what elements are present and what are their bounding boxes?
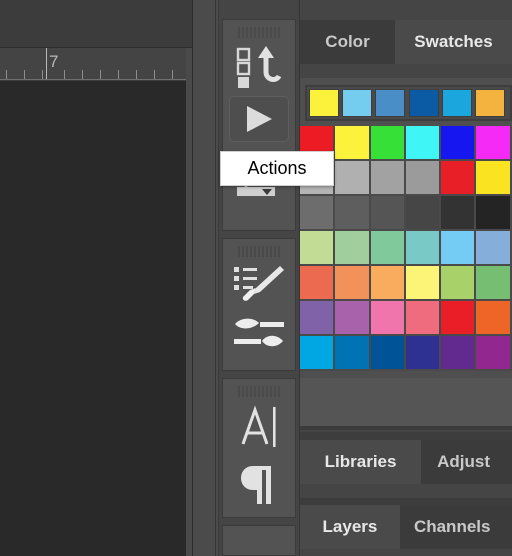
swatch-cell[interactable] xyxy=(476,266,512,301)
swatch-cell[interactable] xyxy=(405,196,442,231)
tab-libraries[interactable]: Libraries xyxy=(300,440,422,484)
swatch-cell[interactable] xyxy=(405,301,442,336)
photoshop-window: 7 Actions Color Swatches Libraries Adjus… xyxy=(0,0,512,556)
swatch-row xyxy=(300,266,512,301)
swatch-row xyxy=(300,336,512,371)
swatch-cell[interactable] xyxy=(476,301,512,336)
collapsed-panel-dock xyxy=(219,0,503,556)
swatch-cell[interactable] xyxy=(335,126,371,161)
tab-swatches-label: Swatches xyxy=(414,32,493,51)
tab-layers-label: Layers xyxy=(322,517,378,536)
swatch-cell[interactable] xyxy=(441,161,477,196)
ruler-label: 7 xyxy=(49,52,59,71)
dock-divider-line xyxy=(215,0,216,556)
color-swatches-tabbar: Color Swatches xyxy=(300,20,512,64)
tab-adjust-label: Adjust xyxy=(437,452,490,471)
libraries-separator xyxy=(300,432,512,440)
swatch-cell[interactable] xyxy=(370,126,406,161)
swatch-cell[interactable] xyxy=(300,266,336,301)
swatch-cell[interactable] xyxy=(370,301,406,336)
swatches-footer xyxy=(300,378,512,430)
tab-swatches[interactable]: Swatches xyxy=(395,20,512,64)
swatch-cell[interactable] xyxy=(300,336,336,371)
recent-swatches-strip[interactable] xyxy=(305,85,512,121)
swatch-cell[interactable] xyxy=(300,231,336,266)
document-titlebar xyxy=(0,0,193,48)
swatch-cell[interactable] xyxy=(370,196,406,231)
dock-gripper[interactable] xyxy=(238,246,280,257)
swatch-cell[interactable] xyxy=(405,161,442,196)
canvas[interactable] xyxy=(0,81,186,556)
swatch-cell[interactable] xyxy=(405,266,442,301)
tab-adjust[interactable]: Adjust xyxy=(421,440,512,484)
swatch-cell[interactable] xyxy=(476,161,512,196)
recent-swatch[interactable] xyxy=(375,89,406,117)
swatch-cell[interactable] xyxy=(335,301,371,336)
recent-swatch[interactable] xyxy=(441,89,472,117)
document-area: 7 xyxy=(0,0,193,556)
swatch-row xyxy=(300,231,512,266)
swatch-cell[interactable] xyxy=(405,126,442,161)
horizontal-ruler[interactable] xyxy=(0,48,186,80)
tab-layers[interactable]: Layers xyxy=(300,505,400,549)
swatch-row xyxy=(300,301,512,336)
swatch-cell[interactable] xyxy=(335,196,371,231)
swatches-bottom-divider xyxy=(300,426,512,430)
swatch-cell[interactable] xyxy=(335,336,371,371)
dock-gripper[interactable] xyxy=(238,27,280,38)
tab-color-label: Color xyxy=(325,32,370,51)
tooltip-actions: Actions xyxy=(220,151,334,186)
tooltip-text: Actions xyxy=(247,158,307,178)
swatch-cell[interactable] xyxy=(441,301,477,336)
swatches-panel-body xyxy=(300,78,512,430)
swatch-cell[interactable] xyxy=(300,301,336,336)
swatch-cell[interactable] xyxy=(476,126,512,161)
tab-channels[interactable]: Channels xyxy=(399,505,512,549)
brushes-list-icon[interactable] xyxy=(231,261,287,305)
dock-group-empty xyxy=(222,525,296,556)
recent-swatch[interactable] xyxy=(475,89,505,117)
swatch-cell[interactable] xyxy=(441,336,477,371)
tab-libraries-label: Libraries xyxy=(324,452,397,471)
swatch-cell[interactable] xyxy=(370,336,406,371)
layers-tabbar: Layers Channels xyxy=(300,505,512,549)
swatch-cell[interactable] xyxy=(370,266,406,301)
swatch-row xyxy=(300,196,512,231)
brush-settings-icon[interactable] xyxy=(230,311,288,355)
play-button[interactable] xyxy=(229,96,289,142)
tab-channels-label: Channels xyxy=(413,517,491,536)
dock-group-type xyxy=(222,378,296,518)
swatch-cell[interactable] xyxy=(476,196,512,231)
right-panel-dock: Color Swatches Libraries Adjust Layers C… xyxy=(300,0,512,556)
swatch-cell[interactable] xyxy=(476,336,512,371)
swatch-cell[interactable] xyxy=(476,231,512,266)
swatch-cell[interactable] xyxy=(370,231,406,266)
dock-group-actions xyxy=(222,19,296,231)
swatch-cell[interactable] xyxy=(335,266,371,301)
libraries-tabbar: Libraries Adjust xyxy=(300,440,512,484)
swatch-cell[interactable] xyxy=(441,266,477,301)
swatch-cell[interactable] xyxy=(335,231,371,266)
layers-separator xyxy=(300,498,512,505)
dock-group-brushes xyxy=(222,238,296,371)
history-actions-icon[interactable] xyxy=(233,45,285,91)
recent-swatch[interactable] xyxy=(309,89,339,117)
swatch-cell[interactable] xyxy=(405,336,442,371)
swatch-cell[interactable] xyxy=(441,196,477,231)
swatch-cell[interactable] xyxy=(335,161,371,196)
recent-swatch[interactable] xyxy=(342,89,373,117)
swatch-cell[interactable] xyxy=(370,161,406,196)
character-a-icon[interactable] xyxy=(232,403,286,451)
dock-gripper[interactable] xyxy=(238,386,280,397)
swatch-cell[interactable] xyxy=(300,196,336,231)
swatch-cell[interactable] xyxy=(441,231,477,266)
tab-color[interactable]: Color xyxy=(300,20,395,64)
swatch-cell[interactable] xyxy=(405,231,442,266)
swatch-cell[interactable] xyxy=(441,126,477,161)
panel-top-strip xyxy=(300,0,512,20)
recent-swatch[interactable] xyxy=(408,89,439,117)
paragraph-pilcrow-icon[interactable] xyxy=(234,461,284,509)
